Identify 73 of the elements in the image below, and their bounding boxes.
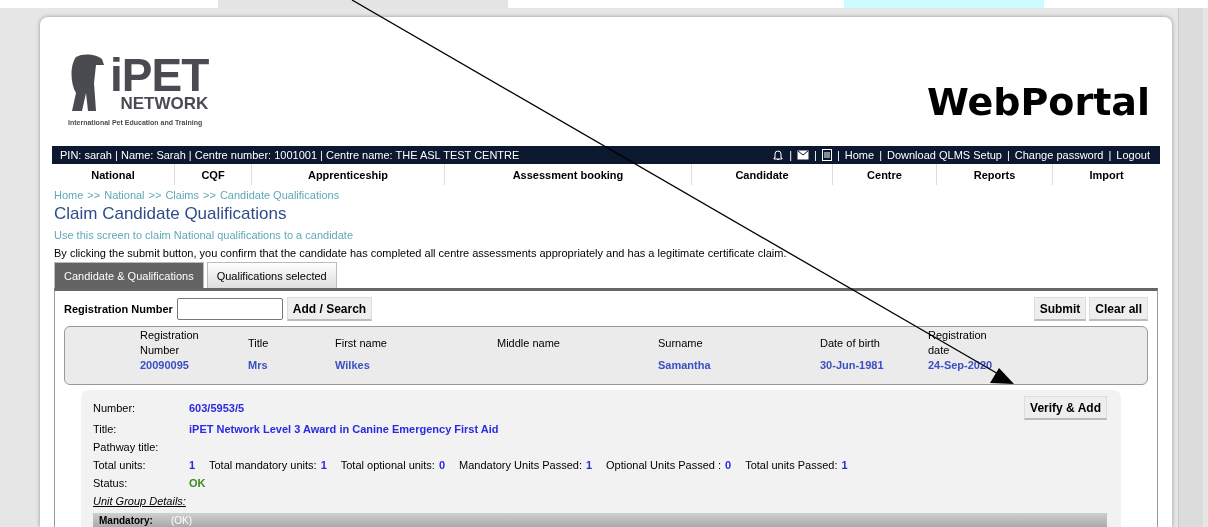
- header-link[interactable]: Change password: [1014, 149, 1104, 162]
- nav-item[interactable]: CQF: [175, 164, 252, 185]
- unit-count: 0: [725, 459, 732, 471]
- candidate-value: Samantha: [658, 359, 712, 371]
- unit-count: 0: [438, 459, 446, 471]
- nav-item[interactable]: Reports: [937, 164, 1053, 185]
- field-label: Optional Units Passed :: [606, 459, 721, 471]
- field-label: Title:: [93, 423, 118, 435]
- field-label: Mandatory Units Passed:: [459, 459, 582, 471]
- add-search-button[interactable]: Add / Search: [286, 297, 373, 321]
- column-header: Date of birth: [820, 335, 881, 351]
- nav-item[interactable]: Centre: [833, 164, 937, 185]
- breadcrumb-separator: >>: [148, 189, 162, 201]
- nav-item[interactable]: Import: [1053, 164, 1160, 185]
- candidate-value: 20090095: [140, 359, 190, 371]
- group-status: (OK): [170, 514, 192, 526]
- separator: |: [789, 149, 793, 162]
- field-label: Number:: [93, 402, 137, 414]
- separator: |: [879, 149, 882, 162]
- field-label: Pathway title:: [93, 441, 160, 453]
- breadcrumb-separator: >>: [203, 189, 216, 201]
- field-label: Total units:: [93, 459, 147, 471]
- verify-add-button[interactable]: Verify & Add: [1024, 396, 1107, 420]
- action-button[interactable]: Clear all: [1089, 297, 1148, 321]
- unit-count: 1: [189, 459, 195, 471]
- field-label: Total optional units:: [340, 459, 435, 471]
- separator: |: [1108, 149, 1112, 162]
- column-header: Registration date: [928, 328, 988, 358]
- candidate-value: Wilkes: [335, 359, 371, 371]
- candidate-value: 30-Jun-1981: [820, 359, 885, 371]
- document-icon[interactable]: [821, 149, 832, 162]
- unit-count: 1: [841, 459, 848, 471]
- separator: |: [1006, 149, 1010, 162]
- column-header: Registration Number: [140, 328, 200, 358]
- unit-count: 1: [585, 459, 593, 471]
- field-label: Total mandatory units:: [209, 459, 317, 471]
- qualification-number: 603/5953/5: [189, 402, 245, 414]
- mail-icon[interactable]: [797, 150, 810, 161]
- group-title: Mandatory:: [99, 514, 153, 526]
- action-button[interactable]: Submit: [1033, 297, 1087, 321]
- column-header: Surname: [658, 335, 704, 351]
- candidate-value: Mrs: [248, 359, 269, 371]
- nav-item[interactable]: Candidate: [692, 164, 833, 185]
- logo-network: NETWORK: [120, 95, 209, 114]
- field-label: Registration Number: [64, 303, 173, 315]
- header-link[interactable]: Home: [844, 149, 875, 162]
- nav-item[interactable]: Apprenticeship: [252, 164, 445, 185]
- page-title: Claim Candidate Qualifications: [54, 204, 288, 224]
- column-header: First name: [335, 335, 388, 351]
- nav-item[interactable]: Assessment booking: [445, 164, 692, 185]
- header-link[interactable]: Logout: [1116, 149, 1150, 162]
- unit-count: 1: [320, 459, 327, 471]
- field-label: Total units Passed:: [745, 459, 838, 471]
- status-value: OK: [189, 477, 206, 489]
- column-header: Title: [248, 335, 270, 351]
- breadcrumb-separator: >>: [87, 189, 101, 201]
- tab[interactable]: Qualifications selected: [206, 262, 337, 288]
- logo-brand: iPET: [110, 55, 209, 96]
- unit-group-heading: Unit Group Details:: [93, 495, 186, 507]
- nav-item[interactable]: National: [52, 164, 175, 185]
- submit-notice: By clicking the submit button, you confirm that the candidate has completed all centre assessments appropriately and has a legitimate certificate claim.: [54, 247, 788, 259]
- field-label: Status:: [93, 477, 129, 489]
- separator: |: [836, 149, 840, 162]
- user-info: PIN: sarah | Name: Sarah | Centre number: 1001001 | Centre name: THE ASL TEST CENTRE: [60, 149, 520, 162]
- separator: |: [814, 149, 817, 162]
- portal-title: WebPortal: [926, 80, 1150, 125]
- bell-icon[interactable]: [772, 149, 785, 162]
- page-subtitle: Use this screen to claim National qualifications to a candidate: [54, 229, 354, 241]
- column-header: Middle name: [497, 335, 561, 351]
- header-link[interactable]: Download QLMS Setup: [887, 149, 1002, 162]
- qualification-title: iPET Network Level 3 Award in Canine Emergency First Aid: [189, 423, 499, 435]
- registration-number-field[interactable]: [176, 298, 283, 320]
- tab[interactable]: Candidate & Qualifications: [54, 262, 204, 288]
